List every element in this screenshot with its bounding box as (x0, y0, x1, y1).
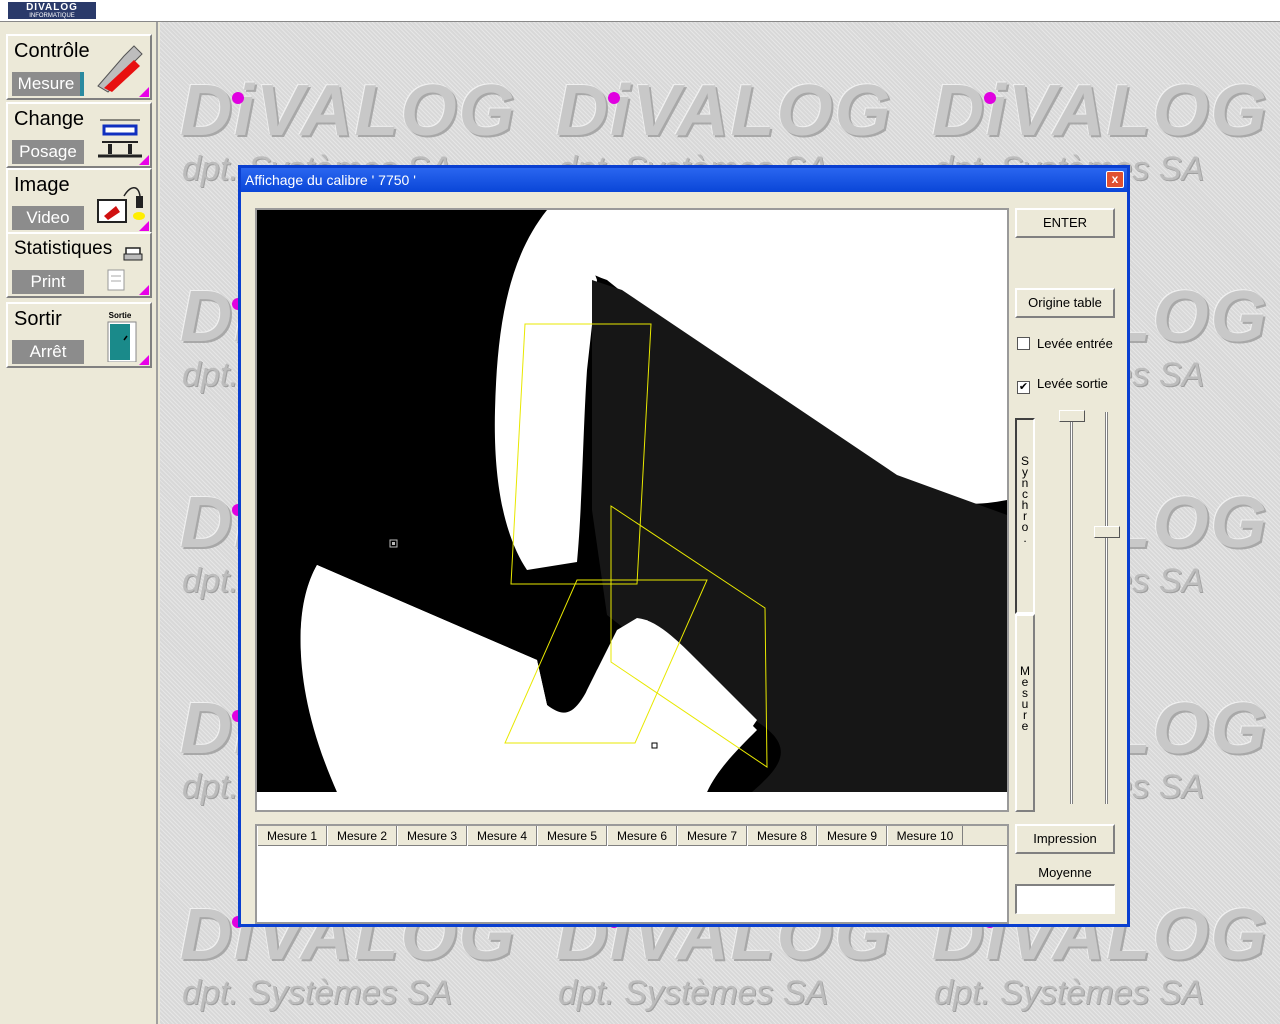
camera-image-view[interactable] (255, 208, 1009, 812)
tab-mesure-10[interactable]: Mesure 10 (887, 826, 963, 846)
nav-image-title: Image (14, 174, 70, 196)
nav-sortir-button[interactable]: Sortir Arrêt Sortie (6, 302, 152, 368)
mesure-tabs-panel: Mesure 1 Mesure 2 Mesure 3 Mesure 4 Mesu… (255, 824, 1009, 924)
synchro-toggle[interactable]: S y n c h r o . (1015, 418, 1035, 614)
moyenne-label: Moyenne (1038, 865, 1092, 880)
top-bar: DIVALOG INFORMATIQUE (0, 0, 1280, 22)
nav-sortir-sub: Arrêt (12, 340, 84, 364)
mesure-label: M e s u r e (1020, 664, 1030, 733)
dialog-title: Affichage du calibre ' 7750 ' (245, 172, 416, 188)
tab-mesure-3[interactable]: Mesure 3 (397, 826, 467, 846)
tab-mesure-5[interactable]: Mesure 5 (537, 826, 607, 846)
watermark-dot (984, 92, 996, 104)
tab-mesure-2[interactable]: Mesure 2 (327, 826, 397, 846)
watermark-dot (608, 92, 620, 104)
dialog-titlebar[interactable]: Affichage du calibre ' 7750 ' x (241, 168, 1127, 192)
tab-mesure-6[interactable]: Mesure 6 (607, 826, 677, 846)
levee-sortie-checkbox[interactable]: ✔ Levée sortie (1017, 376, 1108, 394)
tab-mesure-4[interactable]: Mesure 4 (467, 826, 537, 846)
corner-marker (139, 355, 149, 365)
tab-mesure-1[interactable]: Mesure 1 (257, 826, 327, 846)
nav-change-button[interactable]: Change Posage (6, 102, 152, 168)
svg-text:Sortie: Sortie (109, 311, 132, 320)
corner-marker (139, 285, 149, 295)
watermark-logo: DiVALOGdpt. Systèmes SA (546, 42, 891, 188)
corner-marker (139, 87, 149, 97)
watermark-tagline: dpt. Systèmes SA (558, 974, 829, 1012)
nav-change-sub: Posage (12, 140, 84, 164)
watermark-brand: DiVALOG (180, 71, 517, 151)
watermark-brand: DiVALOG (932, 71, 1269, 151)
levee-sortie-box[interactable]: ✔ (1017, 381, 1030, 394)
corner-marker (139, 155, 149, 165)
moyenne-field[interactable] (1015, 884, 1115, 914)
levee-entree-checkbox[interactable]: Levée entrée (1017, 336, 1113, 351)
levee-sortie-label: Levée sortie (1037, 376, 1108, 391)
enter-button[interactable]: ENTER (1015, 208, 1115, 238)
synchro-label: S y n c h r o . (1020, 454, 1029, 545)
watermark-tagline: dpt. Systèmes SA (182, 974, 453, 1012)
watermark-logo: DiVALOGdpt. Systèmes SA (170, 42, 515, 188)
nav-controle-button[interactable]: Contrôle Mesure (6, 34, 152, 100)
nav-controle-sub: Mesure (12, 72, 84, 96)
levee-entree-box[interactable] (1017, 337, 1030, 350)
nav-image-button[interactable]: Image Video (6, 168, 152, 234)
tab-mesure-8[interactable]: Mesure 8 (747, 826, 817, 846)
corner-marker (139, 221, 149, 231)
slider-left-thumb[interactable] (1059, 410, 1085, 422)
mesure-tab-row: Mesure 1 Mesure 2 Mesure 3 Mesure 4 Mesu… (257, 826, 1007, 846)
slider-right-thumb[interactable] (1094, 526, 1120, 538)
nav-sortir-title: Sortir (14, 308, 62, 330)
watermark-brand: DiVALOG (556, 71, 893, 151)
slider-left-track[interactable] (1070, 412, 1073, 804)
nav-controle-title: Contrôle (14, 40, 90, 62)
slider-right-track[interactable] (1105, 412, 1108, 804)
nav-change-title: Change (14, 108, 85, 130)
close-icon[interactable]: x (1106, 171, 1124, 188)
divalog-logo: DIVALOG INFORMATIQUE (8, 2, 96, 19)
nav-statistiques-sub: Print (12, 270, 84, 294)
origine-table-button[interactable]: Origine table (1015, 288, 1115, 318)
watermark-tagline: dpt. Systèmes SA (934, 974, 1205, 1012)
left-nav-panel: Contrôle Mesure Change Posage Image Vide… (0, 22, 158, 1024)
nav-image-sub: Video (12, 206, 84, 230)
tab-mesure-9[interactable]: Mesure 9 (817, 826, 887, 846)
tab-mesure-7[interactable]: Mesure 7 (677, 826, 747, 846)
calibre-dialog: Affichage du calibre ' 7750 ' x ENTER Or… (238, 165, 1130, 927)
watermark-logo: DiVALOGdpt. Systèmes SA (922, 42, 1267, 188)
nav-statistiques-button[interactable]: Statistiques Print (6, 232, 152, 298)
camera-image (257, 210, 1007, 810)
watermark-dot (232, 92, 244, 104)
levee-entree-label: Levée entrée (1037, 336, 1113, 351)
impression-button[interactable]: Impression (1015, 824, 1115, 854)
mesure-toggle[interactable]: M e s u r e (1015, 614, 1035, 812)
